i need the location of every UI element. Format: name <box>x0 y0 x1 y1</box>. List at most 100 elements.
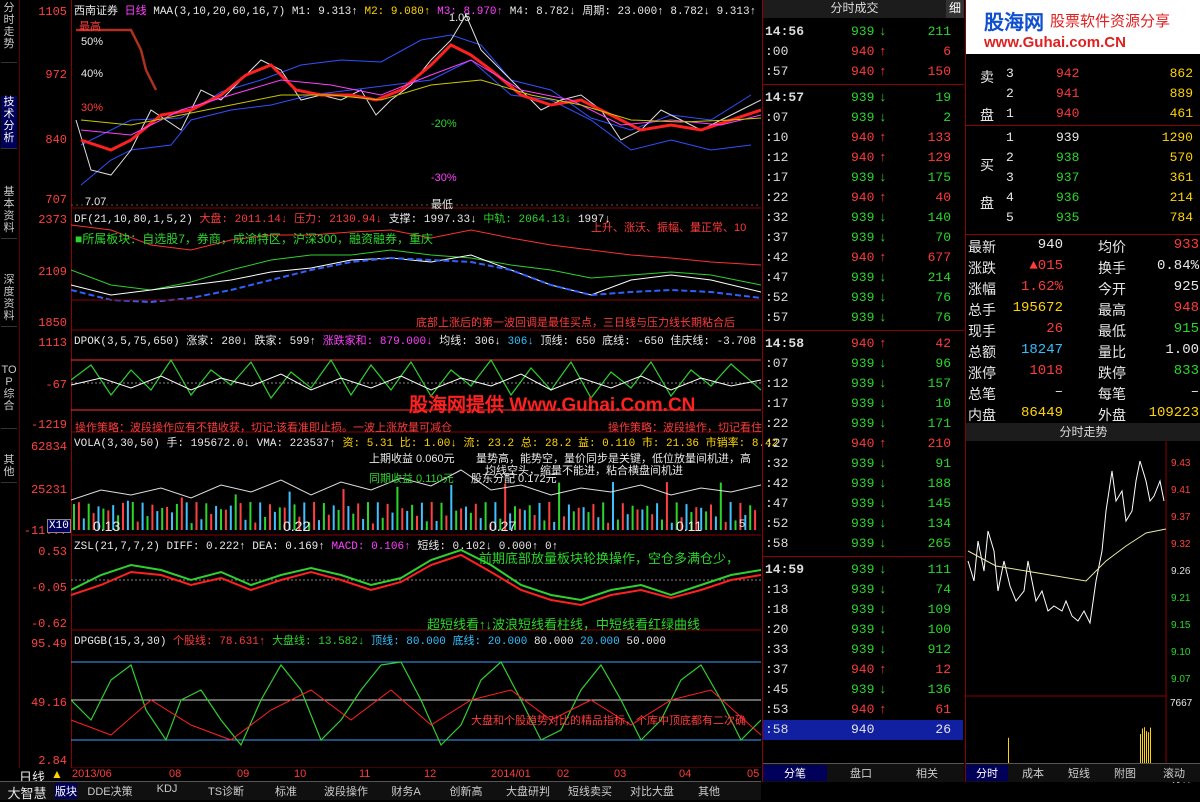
tick-price: 940 <box>851 44 875 59</box>
tick-row[interactable]: :37 939 ↓ 70 <box>763 228 963 248</box>
stat-value: 109223 <box>1148 405 1199 421</box>
tab-other[interactable]: 其他 <box>684 783 734 799</box>
price-axis: 1105 972 840 707 2373 2109 1850 1113 -67… <box>19 0 72 770</box>
tick-row[interactable]: :53 940 ↑ 61 <box>763 700 963 720</box>
axis-label: 62834 <box>30 440 67 454</box>
m4-value: M4: 8.782↓ <box>509 6 576 18</box>
tab-dde[interactable]: DDE决策 <box>80 783 140 799</box>
axis-label: 1105 <box>38 5 67 19</box>
tab-futu[interactable]: 附图 <box>1104 765 1146 781</box>
tick-row[interactable]: :12 939 ↓ 157 <box>763 374 963 394</box>
tab-band[interactable]: 波段操作 <box>316 783 376 799</box>
tick-volume: 100 <box>927 622 951 637</box>
tab-basic-info[interactable]: 基本资料 <box>1 186 17 239</box>
tick-row[interactable]: :32 939 ↓ 91 <box>763 454 963 474</box>
tick-price: 939 <box>851 456 875 471</box>
tick-row[interactable]: :27 940 ↑ 210 <box>763 434 963 454</box>
stat-label: 最低 <box>1098 323 1126 339</box>
tick-row[interactable]: :47 939 ↓ 145 <box>763 494 963 514</box>
tick-row[interactable]: :37 940 ↑ 12 <box>763 660 963 680</box>
kline-chart-area[interactable]: 西南证券 日线 MAA(3,10,20,60,16,7) M1: 9.313↑ … <box>71 0 778 770</box>
tick-row[interactable]: :57 939 ↓ 76 <box>763 308 963 328</box>
mini-scale-label: 9.15 <box>1171 620 1191 631</box>
tick-row[interactable]: :18 939 ↓ 109 <box>763 600 963 620</box>
tick-price: 939 <box>851 90 875 105</box>
detail-button[interactable]: 细 <box>946 0 964 18</box>
tick-row[interactable]: :13 939 ↓ 74 <box>763 580 963 600</box>
zoom-x10-button[interactable]: X10 <box>47 519 71 533</box>
buy-level-row[interactable]: 2 938 570 <box>1006 150 1200 170</box>
tab-duanxian[interactable]: 短线 <box>1058 765 1100 781</box>
buy-level-row[interactable]: 4 936 214 <box>1006 190 1200 210</box>
tick-row[interactable]: :17 939 ↓ 175 <box>763 168 963 188</box>
buy-level-row[interactable]: 3 937 361 <box>1006 170 1200 190</box>
tab-newhigh[interactable]: 创新高 <box>436 783 496 799</box>
volume-bar <box>724 521 727 530</box>
volume-bar <box>533 515 536 530</box>
tick-direction-icon: ↓ <box>879 270 887 285</box>
tick-row[interactable]: 14:57 939 ↓ 19 <box>763 88 963 108</box>
tick-row[interactable]: :33 939 ↓ 912 <box>763 640 963 660</box>
tick-row[interactable]: :07 939 ↓ 96 <box>763 354 963 374</box>
buy-level-row[interactable]: 1 939 1290 <box>1006 130 1200 150</box>
tab-market[interactable]: 大盘研判 <box>498 783 558 799</box>
tab-compare[interactable]: 对比大盘 <box>622 783 682 799</box>
tab-intraday[interactable]: 分时走势 <box>1 2 17 63</box>
tick-direction-icon: ↑ <box>879 662 887 677</box>
zsl-diff: DIFF: 0.222↑ <box>166 541 246 553</box>
buy-label: 买盘 <box>980 157 994 211</box>
buy-level-row[interactable]: 5 935 784 <box>1006 210 1200 230</box>
tab-technical[interactable]: 技术分析 <box>1 96 17 149</box>
tick-row[interactable]: :45 939 ↓ 136 <box>763 680 963 700</box>
tab-finance[interactable]: 财务A <box>378 783 434 799</box>
tick-row[interactable]: :22 940 ↑ 40 <box>763 188 963 208</box>
tab-related[interactable]: 相关 <box>895 765 959 781</box>
tick-direction-icon: ↑ <box>879 336 887 351</box>
tick-volume: 214 <box>927 270 951 285</box>
tab-shortline[interactable]: 短线卖买 <box>560 783 620 799</box>
mini-tab-bar: 分时 成本 短线 附图 滚动 <box>966 763 1200 782</box>
tick-row[interactable]: :20 939 ↓ 100 <box>763 620 963 640</box>
tab-fenshi[interactable]: 分时 <box>966 765 1008 781</box>
level-index: 3 <box>1006 170 1014 185</box>
tab-chengben[interactable]: 成本 <box>1012 765 1054 781</box>
tick-row[interactable]: :12 940 ↑ 129 <box>763 148 963 168</box>
tick-row[interactable]: 14:56 939 ↓ 211 <box>763 22 963 42</box>
tab-other[interactable]: 其他 <box>1 454 17 483</box>
tick-row[interactable]: :17 939 ↓ 10 <box>763 394 963 414</box>
tick-row[interactable]: 14:59 939 ↓ 111 <box>763 560 963 580</box>
tab-ts[interactable]: TS诊断 <box>196 783 256 799</box>
tab-fenbi[interactable]: 分笔 <box>763 765 827 781</box>
mini-scale-label: 9.10 <box>1171 647 1191 658</box>
tick-row[interactable]: :32 939 ↓ 140 <box>763 208 963 228</box>
tab-standard[interactable]: 标准 <box>258 783 314 799</box>
tab-bankuai[interactable]: 版块 <box>55 783 77 799</box>
tick-row[interactable]: 14:58 940 ↑ 42 <box>763 334 963 354</box>
sell-level-row[interactable]: 3 942 862 <box>1006 66 1200 86</box>
sell-level-row[interactable]: 1 940 461 <box>1006 106 1200 126</box>
tab-top-composite[interactable]: TOP综合 <box>1 364 17 429</box>
tick-volume: 211 <box>927 24 951 39</box>
tick-row[interactable]: :22 939 ↓ 171 <box>763 414 963 434</box>
tab-pankou[interactable]: 盘口 <box>829 765 893 781</box>
tick-direction-icon: ↓ <box>879 356 887 371</box>
tick-time: :58 <box>765 536 789 551</box>
tick-row[interactable]: :58 940 26 <box>763 720 963 740</box>
tick-row[interactable]: :58 939 ↓ 265 <box>763 534 963 554</box>
mini-intraday-chart[interactable] <box>966 441 1200 781</box>
tick-row[interactable]: :42 939 ↓ 188 <box>763 474 963 494</box>
tick-row[interactable]: :47 939 ↓ 214 <box>763 268 963 288</box>
tick-row[interactable]: :42 940 ↑ 677 <box>763 248 963 268</box>
tab-kdj[interactable]: KDJ <box>142 783 192 795</box>
triangle-up-icon[interactable]: ▲ <box>51 767 63 781</box>
tick-row[interactable]: :57 940 ↑ 150 <box>763 62 963 82</box>
tab-gundong[interactable]: 滚动 <box>1150 765 1198 781</box>
tick-row[interactable]: :10 940 ↑ 133 <box>763 128 963 148</box>
dmi-header: DF(21,10,80,1,5,2) 大盘: 2011.14↓ 压力: 2130… <box>74 210 611 226</box>
tick-row[interactable]: :07 939 ↓ 2 <box>763 108 963 128</box>
sell-level-row[interactable]: 2 941 889 <box>1006 86 1200 106</box>
tab-deep-info[interactable]: 深度资料 <box>1 274 17 327</box>
tick-row[interactable]: :52 939 ↓ 134 <box>763 514 963 534</box>
tick-row[interactable]: :52 939 ↓ 76 <box>763 288 963 308</box>
tick-row[interactable]: :00 940 ↑ 6 <box>763 42 963 62</box>
